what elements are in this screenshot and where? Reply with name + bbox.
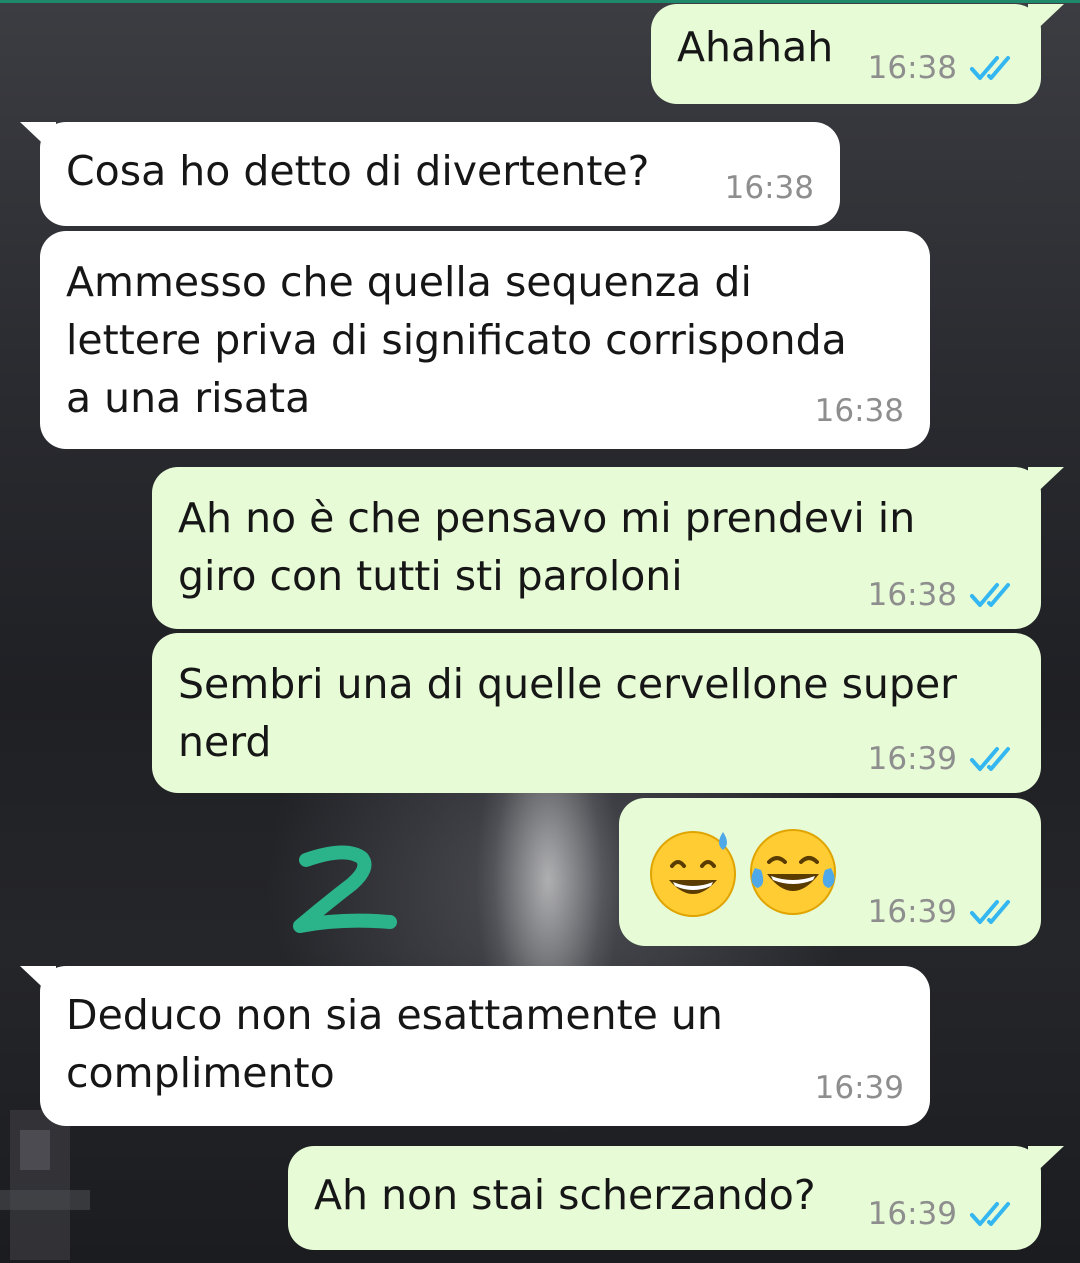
grinning-sweat-emoji — [650, 831, 736, 917]
message-bubble-outgoing[interactable]: Ahahah 16:38 — [651, 4, 1041, 104]
message-bubble-incoming[interactable]: Deduco non sia esattamente un compliment… — [40, 966, 930, 1126]
message-time: 16:39 — [867, 894, 957, 930]
message-time: 16:39 — [867, 741, 957, 777]
message-bubble-incoming[interactable]: Cosa ho detto di divertente? 16:38 — [40, 122, 840, 226]
message-text: Ammesso che quella sequenza di lettere p… — [66, 258, 847, 422]
message-time: 16:38 — [814, 393, 904, 429]
message-text: Deduco non sia esattamente un compliment… — [66, 991, 723, 1097]
read-ticks-icon — [970, 56, 1010, 80]
message-bubble-outgoing[interactable]: Ah no è che pensavo mi prendevi in giro … — [152, 467, 1041, 629]
read-ticks-icon — [970, 900, 1010, 924]
bubble-tail — [1028, 4, 1064, 38]
bubble-tail — [1028, 1146, 1064, 1180]
message-bubble-outgoing[interactable]: Sembri una di quelle cervellone super ne… — [152, 633, 1041, 793]
message-bubble-outgoing[interactable]: 16:39 — [619, 798, 1041, 946]
message-time: 16:38 — [724, 170, 814, 206]
tears-of-joy-emoji — [750, 829, 836, 915]
read-ticks-icon — [970, 1202, 1010, 1226]
read-ticks-icon — [970, 583, 1010, 607]
message-time: 16:38 — [867, 577, 957, 613]
message-bubble-outgoing[interactable]: Ah non stai scherzando? 16:39 — [288, 1146, 1041, 1250]
bubble-tail — [1028, 467, 1064, 501]
message-time: 16:38 — [867, 50, 957, 86]
read-ticks-icon — [970, 747, 1010, 771]
message-text: Cosa ho detto di divertente? — [66, 147, 650, 195]
message-time: 16:39 — [814, 1070, 904, 1106]
message-bubble-incoming[interactable]: Ammesso che quella sequenza di lettere p… — [40, 231, 930, 449]
handwritten-number-annotation — [293, 845, 397, 933]
top-accent-strip — [0, 0, 1080, 3]
message-time: 16:39 — [867, 1196, 957, 1232]
